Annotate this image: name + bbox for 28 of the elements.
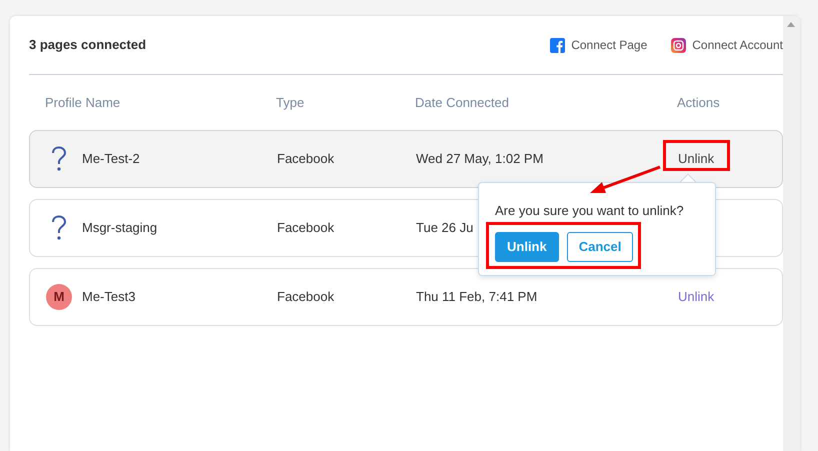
instagram-icon <box>671 38 686 52</box>
column-header: Date Connected <box>415 94 510 112</box>
date-cell-text: Tue 26 Ju <box>416 219 474 238</box>
facebook-icon <box>550 38 566 52</box>
connect-link[interactable]: Connect Page <box>550 36 648 54</box>
type-cell-text: Facebook <box>277 288 336 306</box>
column-header: Type <box>276 94 306 112</box>
confirm-message: Are you sure you want to unlink? <box>495 202 685 220</box>
type-cell-text: Facebook <box>277 150 336 168</box>
type-cell-text: Facebook <box>277 219 336 238</box>
date-cell-text: Thu 11 Feb, 7:41 PM <box>416 288 538 306</box>
question-mark-icon <box>51 146 67 172</box>
question-mark-icon <box>51 215 67 241</box>
scroll-up-icon[interactable] <box>787 22 795 27</box>
unlink-link[interactable]: Unlink <box>678 287 714 307</box>
profile-name: Me-Test3 <box>82 288 136 306</box>
connect-link[interactable]: Connect Account <box>671 36 783 54</box>
annotation-arrow <box>590 166 661 193</box>
scrollbar[interactable] <box>783 16 800 451</box>
column-header: Profile Name <box>44 94 122 112</box>
date-cell-text: Wed 27 May, 1:02 PM <box>416 150 544 168</box>
highlight-frame <box>663 140 730 171</box>
avatar: M <box>46 284 72 310</box>
profile-name: Msgr-staging <box>82 219 158 238</box>
profile-name: Me-Test-2 <box>82 150 140 168</box>
page-count-title: 3 pages connected <box>29 36 146 54</box>
column-header: Actions <box>677 94 721 112</box>
unlink-link[interactable]: Unlink <box>678 149 714 169</box>
